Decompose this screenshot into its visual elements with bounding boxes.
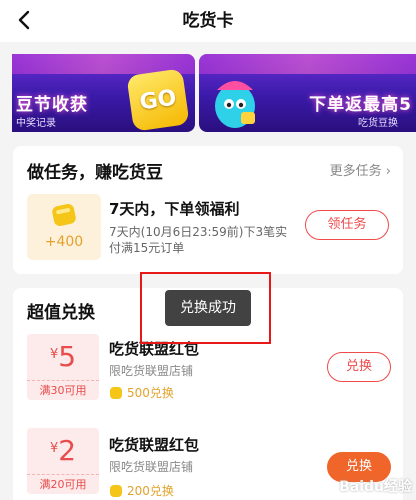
page-title: 吃货卡 — [182, 11, 234, 31]
item-price-text: 200兑换 — [127, 484, 174, 498]
coupon-value: 2 — [58, 434, 77, 467]
coupon-thumbnail: ¥5 满30可用 — [27, 334, 99, 400]
item-price: 500兑换 — [109, 384, 174, 401]
exchange-section-title: 超值兑换 — [27, 303, 95, 323]
item-restriction: 限吃货联盟店铺 — [109, 460, 194, 474]
coupon-amount: ¥2 — [27, 434, 99, 467]
coin-icon — [52, 204, 76, 226]
task-name: 7天内，下单领福利 — [109, 200, 240, 218]
redeem-button[interactable]: 兑换 — [327, 352, 391, 382]
go-badge: GO — [126, 68, 190, 132]
task-card: 做任务，赚吃货豆 更多任务 › +400 7天内，下单领福利 7天内(10月6日… — [13, 146, 403, 274]
currency-symbol: ¥ — [49, 441, 59, 456]
task-thumbnail: +400 — [27, 194, 101, 260]
item-price: 200兑换 — [109, 482, 174, 499]
item-restriction: 限吃货联盟店铺 — [109, 364, 194, 378]
coupon-amount: ¥5 — [27, 340, 99, 373]
task-description: 7天内(10月6日23:59前)下3笔实付满15元订单 — [109, 225, 288, 255]
banner-headline: 豆节收获 — [16, 95, 88, 115]
banner-caption: 吃货豆换 — [358, 118, 398, 129]
coin-icon — [110, 484, 122, 497]
coupon-condition: 满30可用 — [27, 380, 99, 400]
banner-order-rebate[interactable]: 下单返最高5 吃货豆换 — [199, 54, 416, 132]
banner-caption: 中奖记录 — [16, 118, 56, 129]
coupon-value: 5 — [58, 340, 77, 373]
watermark: Baidu经验 — [339, 479, 412, 495]
coupon-thumbnail: ¥2 满20可用 — [27, 428, 99, 494]
coupon-condition: 满20可用 — [27, 474, 99, 494]
task-reward: +400 — [44, 234, 84, 250]
task-section-title: 做任务，赚吃货豆 — [27, 163, 163, 183]
coin-icon — [110, 386, 122, 399]
banner-carousel: 豆节收获 GO 中奖记录 下单返最高5 吃货豆换 — [0, 42, 416, 138]
annotation-highlight-box — [140, 272, 271, 344]
more-tasks-link[interactable]: 更多任务 › — [330, 160, 391, 179]
nav-bar: 吃货卡 — [0, 0, 416, 42]
banner-headline: 下单返最高5 — [309, 95, 412, 115]
banner-harvest[interactable]: 豆节收获 GO 中奖记录 — [12, 54, 195, 132]
currency-symbol: ¥ — [49, 347, 59, 362]
get-task-button[interactable]: 领任务 — [305, 210, 389, 240]
mascot-illustration — [215, 81, 255, 128]
item-price-text: 500兑换 — [127, 386, 174, 400]
item-name: 吃货联盟红包 — [109, 436, 200, 454]
